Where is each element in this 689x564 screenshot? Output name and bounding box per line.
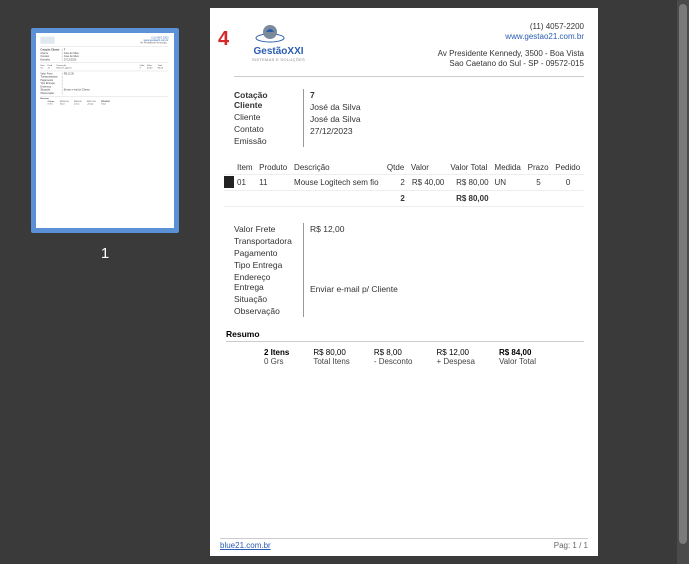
th-pedido: Pedido <box>552 161 584 175</box>
summary-weight: 0 Grs <box>264 357 284 366</box>
document-header: GestãoXXI SISTEMAS E SOLUÇÕES (11) 4057-… <box>234 22 584 77</box>
label-frete: Valor Frete <box>234 223 297 235</box>
label-contato: Contato <box>234 123 297 135</box>
th-item: Item <box>234 161 256 175</box>
th-valor-total: Valor Total <box>447 161 491 175</box>
label-situacao: Situação <box>234 293 297 305</box>
value-emissao: 27/12/2023 <box>310 125 584 137</box>
summary-total-items-v: R$ 80,00 <box>313 348 349 357</box>
logo-subtitle: SISTEMAS E SOLUÇÕES <box>252 57 305 62</box>
company-logo: GestãoXXI SISTEMAS E SOLUÇÕES <box>252 22 305 62</box>
cell-item: 01 <box>234 174 256 190</box>
label-cliente: Cliente <box>234 111 297 123</box>
shipping-section: Valor Frete Transportadora Pagamento Tip… <box>234 223 584 317</box>
value-cotacao: 7 <box>310 90 315 100</box>
header-phone: (11) 4057-2200 <box>438 22 584 32</box>
document-viewport[interactable]: 4 GestãoXXI SISTEMAS E SOLUÇÕES (11) 405… <box>210 0 689 564</box>
label-transportadora: Transportadora <box>234 235 297 247</box>
thumbnail-sidebar: (11) 4057-2200www.gestao21.com.brAv Pres… <box>0 0 210 564</box>
summary-expense-l: + Despesa <box>437 357 475 366</box>
cell-medida: UN <box>492 174 525 190</box>
document-footer: blue21.com.br Pag: 1 / 1 <box>220 538 588 550</box>
value-contato: José da Silva <box>310 113 584 125</box>
header-address-2: Sao Caetano do Sul - SP - 09572-015 <box>438 59 584 69</box>
summary-expense-v: R$ 12,00 <box>437 348 475 357</box>
th-descricao: Descrição <box>291 161 384 175</box>
summary-section: 2 Itens 0 Grs R$ 80,00 Total Itens R$ 8,… <box>264 348 584 366</box>
label-pagamento: Pagamento <box>234 247 297 259</box>
total-valor-total: R$ 80,00 <box>447 190 491 206</box>
cell-pedido: 0 <box>552 174 584 190</box>
header-address-1: Av Presidente Kennedy, 3500 - Boa Vista <box>438 49 584 59</box>
cell-valor: R$ 40,00 <box>408 174 447 190</box>
summary-total-items-l: Total Itens <box>313 357 349 366</box>
vertical-scrollbar[interactable] <box>677 0 689 564</box>
cell-produto: 11 <box>256 174 291 190</box>
cell-descricao: Mouse Logitech sem fio <box>291 174 384 190</box>
value-cliente: José da Silva <box>310 101 584 113</box>
th-medida: Medida <box>492 161 525 175</box>
table-row: 01 11 Mouse Logitech sem fio 2 R$ 40,00 … <box>224 174 584 190</box>
th-prazo: Prazo <box>525 161 553 175</box>
label-observacao: Observação <box>234 305 297 317</box>
summary-items: 2 Itens <box>264 348 289 357</box>
label-emissao: Emissão <box>234 135 297 147</box>
thumbnail-page-1[interactable]: (11) 4057-2200www.gestao21.com.brAv Pres… <box>36 33 174 228</box>
logo-text: GestãoXXI <box>252 46 305 57</box>
value-pagamento <box>310 247 584 259</box>
value-tipo-entrega <box>310 259 584 271</box>
value-observacao <box>310 295 584 307</box>
footer-page-number: Pag: 1 / 1 <box>554 541 588 550</box>
summary-total-l: Valor Total <box>499 357 536 366</box>
table-header-row: Item Produto Descrição Qtde Valor Valor … <box>224 161 584 175</box>
document-page: 4 GestãoXXI SISTEMAS E SOLUÇÕES (11) 405… <box>210 8 598 556</box>
label-endereco-entrega: Endereço Entrega <box>234 271 297 293</box>
label-cotacao: Cotação Cliente <box>234 90 268 110</box>
value-frete: R$ 12,00 <box>310 223 584 235</box>
total-qtde: 2 <box>384 190 408 206</box>
thumbnail-page-number: 1 <box>101 245 109 262</box>
header-website: www.gestao21.com.br <box>438 32 584 42</box>
cell-valor-total: R$ 80,00 <box>447 174 491 190</box>
annotation-number: 4 <box>218 28 229 51</box>
footer-site: blue21.com.br <box>220 541 271 550</box>
summary-discount-v: R$ 8,00 <box>374 348 413 357</box>
cell-prazo: 5 <box>525 174 553 190</box>
scrollbar-thumb[interactable] <box>679 4 687 544</box>
th-valor: Valor <box>408 161 447 175</box>
product-thumb <box>224 174 234 190</box>
value-endereco-entrega <box>310 271 584 283</box>
value-situacao: Enviar e-mail p/ Cliente <box>310 283 584 295</box>
quote-info-section: Cotação Cliente Cliente Contato Emissão … <box>234 89 584 147</box>
table-total-row: 2 R$ 80,00 <box>224 190 584 206</box>
th-qtde: Qtde <box>384 161 408 175</box>
cell-qtde: 2 <box>384 174 408 190</box>
items-table: Item Produto Descrição Qtde Valor Valor … <box>224 161 584 207</box>
summary-title: Resumo <box>226 329 584 342</box>
label-tipo-entrega: Tipo Entrega <box>234 259 297 271</box>
summary-discount-l: - Desconto <box>374 357 413 366</box>
value-transportadora <box>310 235 584 247</box>
summary-total-v: R$ 84,00 <box>499 348 536 357</box>
th-produto: Produto <box>256 161 291 175</box>
thumbnail-selected[interactable]: (11) 4057-2200www.gestao21.com.brAv Pres… <box>31 28 179 233</box>
